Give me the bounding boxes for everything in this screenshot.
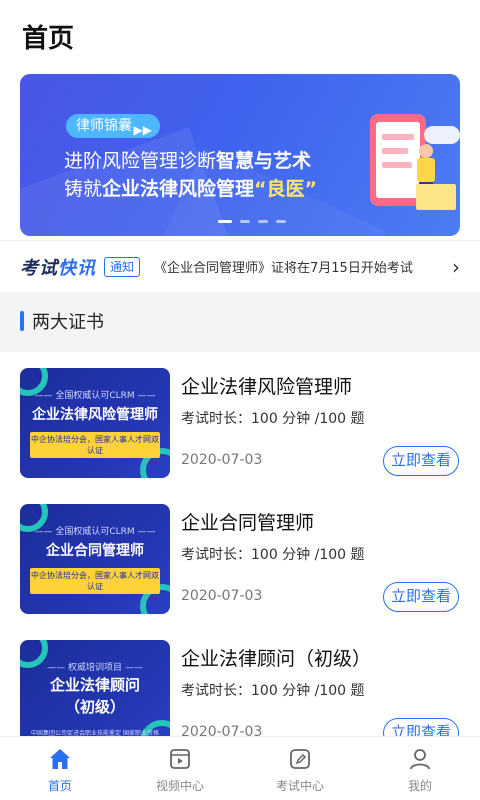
- card-date: 2020-07-03: [181, 452, 263, 468]
- card-exam-duration: 考试时长：100 分钟 /100 题: [181, 547, 365, 563]
- tab-label: 我的: [407, 779, 432, 793]
- news-ticker[interactable]: 考试快讯 通知 《企业合同管理师》证将在7月15日开始考试 ›: [0, 240, 480, 292]
- exam-icon: [287, 746, 313, 772]
- ticker-text[interactable]: 《企业合同管理师》证将在7月15日开始考试: [154, 257, 446, 276]
- banner-tag: 律师锦囊 ▶▶: [66, 114, 160, 138]
- tab-home[interactable]: 首页: [0, 737, 120, 800]
- card-title: 企业合同管理师: [181, 512, 315, 534]
- tab-exam-center[interactable]: 考试中心: [240, 737, 360, 800]
- bottom-tab-bar: 首页 视频中心 考试中心 我的: [0, 736, 480, 800]
- carousel-dot[interactable]: [258, 220, 268, 223]
- user-icon: [407, 746, 433, 772]
- ticker-brand: 考试快讯: [20, 257, 96, 279]
- view-now-button[interactable]: 立即查看: [383, 446, 459, 476]
- certificate-thumbnail[interactable]: —— 权威培训项目 —— 企业法律顾问 （初级） 中国集团公司促进会职业技能鉴定 …: [20, 640, 170, 750]
- carousel-dot[interactable]: [218, 220, 232, 223]
- home-icon: [47, 746, 73, 772]
- card-exam-duration: 考试时长：100 分钟 /100 题: [181, 683, 365, 699]
- carousel-dot[interactable]: [240, 220, 250, 223]
- certificate-card[interactable]: —— 全国权威认可CLRM —— 企业合同管理师 中企协法培分会，国家人事人才网…: [0, 488, 480, 624]
- tab-label: 首页: [47, 779, 72, 793]
- tab-video-center[interactable]: 视频中心: [120, 737, 240, 800]
- card-date: 2020-07-03: [181, 588, 263, 604]
- page-title: 首页: [22, 24, 75, 54]
- banner-headline-2: 铸就企业法律风险管理“良医”: [64, 178, 318, 200]
- speech-bubble-illustration: [424, 126, 460, 144]
- tab-label: 视频中心: [155, 779, 204, 793]
- tab-mine[interactable]: 我的: [360, 737, 480, 800]
- certificate-card[interactable]: —— 全国权威认可CLRM —— 企业法律风险管理师 中企协法培分会，国家人事人…: [0, 352, 480, 488]
- board-illustration: [416, 184, 456, 210]
- banner-headline-1: 进阶风险管理诊断智慧与艺术: [64, 150, 312, 172]
- video-icon: [167, 746, 193, 772]
- view-now-button[interactable]: 立即查看: [383, 582, 459, 612]
- certificate-thumbnail[interactable]: —— 全国权威认可CLRM —— 企业法律风险管理师 中企协法培分会，国家人事人…: [20, 368, 170, 478]
- double-arrow-icon: ▶▶: [133, 123, 152, 137]
- card-title: 企业法律风险管理师: [181, 376, 353, 398]
- banner-tag-label: 律师锦囊: [76, 118, 132, 134]
- carousel-dot[interactable]: [276, 220, 286, 223]
- certificate-thumbnail[interactable]: —— 全国权威认可CLRM —— 企业合同管理师 中企协法培分会，国家人事人才网…: [20, 504, 170, 614]
- card-title: 企业法律顾问（初级）: [181, 648, 372, 670]
- notice-badge: 通知: [104, 256, 141, 277]
- section-accent-bar: [20, 311, 24, 331]
- section-title: 两大证书: [32, 312, 104, 333]
- promo-banner[interactable]: 律师锦囊 ▶▶ 进阶风险管理诊断智慧与艺术 铸就企业法律风险管理“良医”: [20, 74, 460, 236]
- tab-label: 考试中心: [275, 779, 324, 793]
- carousel-indicator: [218, 220, 286, 223]
- page-header: 首页: [0, 0, 480, 70]
- card-exam-duration: 考试时长：100 分钟 /100 题: [181, 411, 365, 427]
- chevron-right-icon[interactable]: ›: [452, 255, 460, 279]
- section-header: 两大证书: [20, 308, 104, 334]
